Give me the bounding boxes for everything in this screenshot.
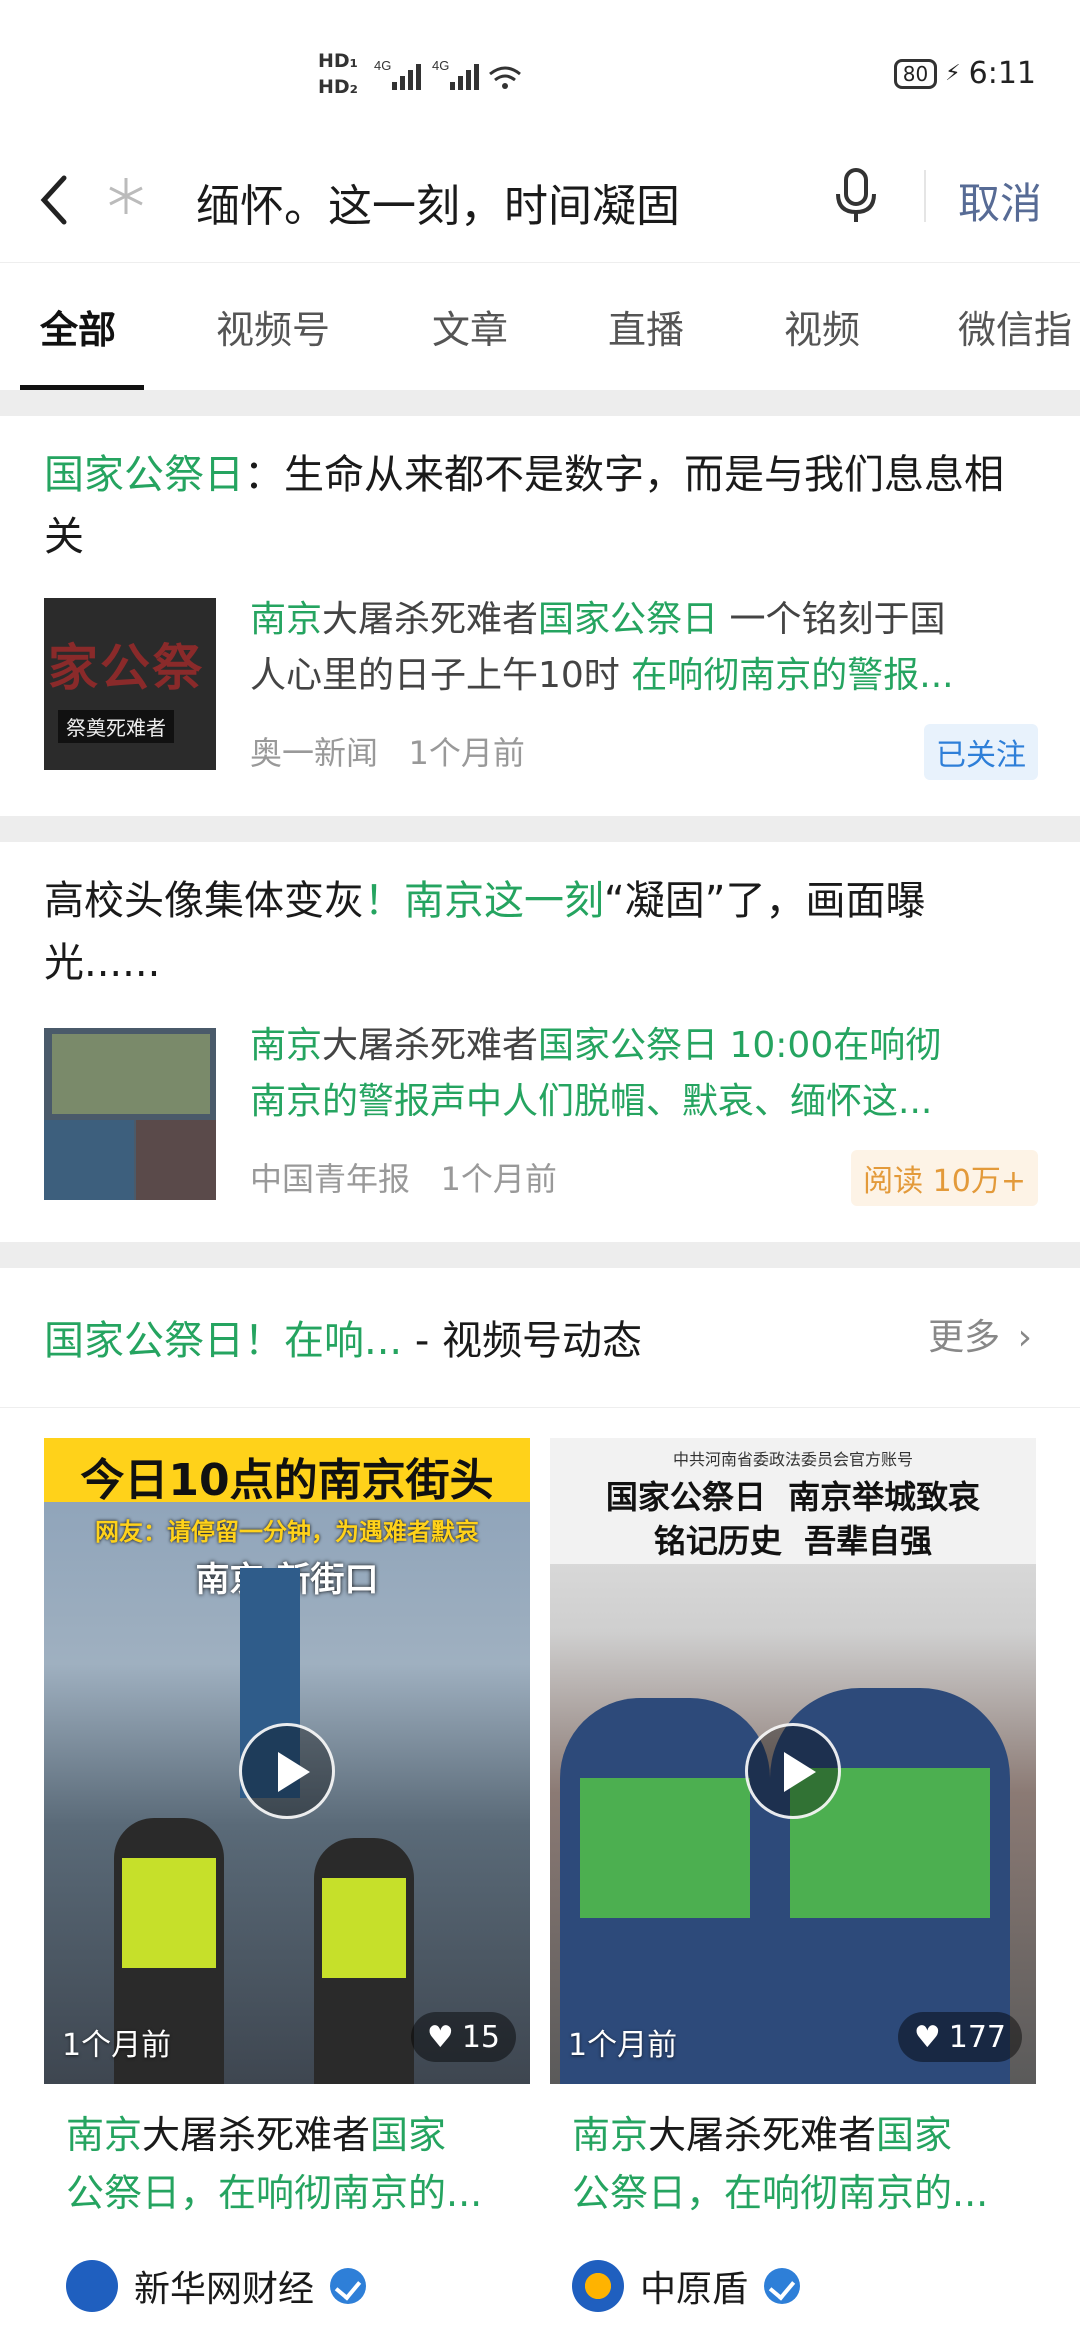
tab-wechat-index[interactable]: 微信指 [958,299,1072,354]
thumbnail-caption: 家公祭 [48,639,204,697]
signal-icon: 4G 4G [374,58,521,90]
video-section-title: 国家公祭日！在响... - 视频号动态 [44,1318,643,1364]
search-brand-icon [109,178,143,214]
article-title: 高校头像集体变灰！南京这一刻“凝固”了，画面曝光...... [44,878,926,986]
video-banner: 今日10点的南京街头 [80,1455,494,1506]
video-time: 1个月前 [568,2028,678,2063]
net1-label: 4G [374,58,391,73]
play-icon[interactable] [745,1723,841,1819]
article-meta: 中国青年报 1个月前 [250,1154,557,1200]
article-time: 1个月前 [440,1160,557,1198]
article-thumbnail [44,1028,216,1200]
hd-indicator: HD₁ HD₂ [318,48,358,100]
verified-icon [764,2268,801,2304]
article-meta: 奥一新闻 1个月前 [250,728,525,774]
thumbnail-subcaption: 祭奠死难者 [58,710,174,743]
search-input[interactable]: 缅怀。这一刻，时间凝固 [196,170,680,234]
article-source: 中国青年报 [250,1160,411,1198]
heart-icon: ♥ [426,2019,454,2055]
microphone-icon[interactable] [834,166,878,226]
followed-badge: 已关注 [924,724,1038,780]
video-description: 南京大屠杀死难者国家 公祭日，在响彻南京的... [66,2113,483,2215]
article-card[interactable]: 高校头像集体变灰！南京这一刻“凝固”了，画面曝光...... 南京大屠杀死难者国… [0,842,1080,1242]
avatar [66,2260,118,2312]
tab-articles[interactable]: 文章 [432,299,508,354]
tab-videos[interactable]: 视频 [784,299,860,354]
article-title: 国家公祭日：生命从来都不是数字，而是与我们息息相关 [44,444,1034,568]
like-count[interactable]: ♥ 15 [410,2012,516,2062]
article-snippet: 南京大屠杀死难者国家公祭日 10:00在响彻 南京的警报声中人们脱帽、默哀、缅怀… [250,1025,942,1122]
section-gap [0,1242,1080,1268]
video-time: 1个月前 [62,2028,172,2063]
tab-all[interactable]: 全部 [40,299,116,354]
read-count-badge: 阅读 10万+ [851,1150,1038,1206]
status-right: 80 ⚡ 6:11 [893,56,1036,91]
verified-icon [330,2268,367,2304]
article-snippet: 南京大屠杀死难者国家公祭日 一个铭刻于国 人心里的日子上午10时 在响彻南京的警… [250,599,954,696]
back-icon[interactable] [30,168,80,232]
chevron-right-icon: › [1017,1317,1032,1358]
hd1-label: HD₁ [318,50,358,72]
more-button[interactable]: 更多 › [928,1308,1032,1360]
author-name: 新华网财经 [134,2269,315,2310]
search-divider [924,170,926,222]
video-banner-header: 中共河南省委政法委员会官方账号 [672,1450,913,1469]
video-author[interactable]: 新华网财经 [66,2260,367,2312]
video-author[interactable]: 中原盾 [572,2260,801,2312]
video-section-header: 国家公祭日！在响... - 视频号动态 更多 › [0,1268,1080,1408]
author-name: 中原盾 [640,2269,749,2310]
section-gap [0,816,1080,842]
video-description: 南京大屠杀死难者国家 公祭日，在响彻南京的... [572,2113,989,2215]
article-card[interactable]: 国家公祭日：生命从来都不是数字，而是与我们息息相关 家公祭 祭奠死难者 南京大屠… [0,416,1080,816]
video-card[interactable]: 中共河南省委政法委员会官方账号 国家公祭日 南京举城致哀 铭记历史 吾辈自强 1… [550,1438,1036,2328]
video-thumbnail: 中共河南省委政法委员会官方账号 国家公祭日 南京举城致哀 铭记历史 吾辈自强 1… [550,1438,1036,2084]
charging-icon: ⚡ [945,61,961,86]
video-thumbnail: 今日10点的南京街头 网友：请停留一分钟，为遇难者默哀 南京·新街口 1个月前 … [44,1438,530,2084]
battery-icon: 80 [893,58,938,89]
cancel-button[interactable]: 取消 [958,170,1042,231]
article-thumbnail: 家公祭 祭奠死难者 [44,598,216,770]
clock: 6:11 [968,56,1036,91]
video-card[interactable]: 今日10点的南京街头 网友：请停留一分钟，为遇难者默哀 南京·新街口 1个月前 … [44,1438,530,2328]
tab-live[interactable]: 直播 [608,299,684,354]
hd2-label: HD₂ [318,76,358,98]
filter-tabs: 全部 视频号 文章 直播 视频 微信指 [0,262,1080,390]
status-bar: HD₁ HD₂ 4G 4G 80 ⚡ 6:11 [0,0,1080,140]
tab-channels[interactable]: 视频号 [216,299,330,354]
video-banner: 国家公祭日 南京举城致哀 [605,1478,981,1516]
video-subbanner: 网友：请停留一分钟，为遇难者默哀 [95,1518,479,1546]
video-subbanner: 铭记历史 吾辈自强 [653,1522,933,1560]
heart-icon: ♥ [913,2019,941,2055]
article-time: 1个月前 [408,734,525,772]
section-gap [0,390,1080,416]
avatar [572,2260,624,2312]
title-highlight: 国家公祭日 [44,452,244,498]
like-count[interactable]: ♥ 177 [897,2012,1022,2062]
play-icon[interactable] [239,1723,335,1819]
search-bar: 缅怀。这一刻，时间凝固 取消 [0,140,1080,260]
net2-label: 4G [432,58,449,73]
article-source: 奥一新闻 [250,734,379,772]
